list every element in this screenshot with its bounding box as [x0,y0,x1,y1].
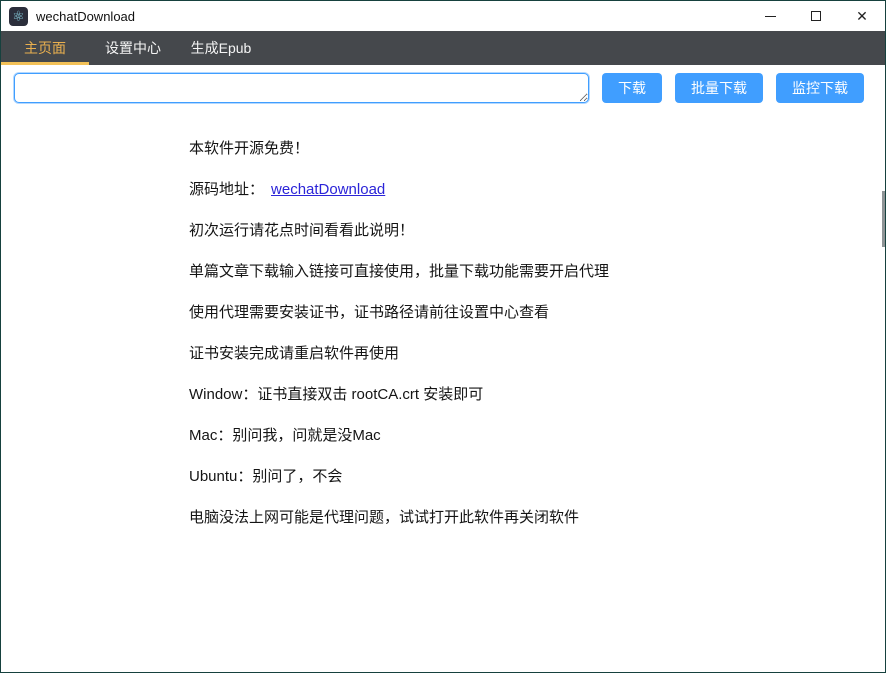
note-line: 使用代理需要安装证书，证书路径请前往设置中心查看 [189,303,865,323]
note-line: 初次运行请花点时间看看此说明！ [189,221,865,241]
maximize-icon [811,11,821,21]
scrollbar-thumb[interactable] [882,191,885,247]
minimize-icon [765,16,776,17]
tab-bar: 主页面 设置中心 生成Epub [1,31,885,65]
batch-download-button[interactable]: 批量下载 [675,73,763,103]
tab-generate-epub[interactable]: 生成Epub [177,31,265,65]
download-button[interactable]: 下载 [602,73,662,103]
readme-content: 本软件开源免费！ 源码地址： wechatDownload 初次运行请花点时间看看… [1,107,885,528]
download-toolbar: 下载 批量下载 监控下载 [1,65,885,107]
note-line: Window：证书直接双击 rootCA.crt 安装即可 [189,385,865,405]
note-line: 证书安装完成请重启软件再使用 [189,344,865,364]
monitor-download-button[interactable]: 监控下载 [776,73,864,103]
maximize-button[interactable] [793,1,839,31]
note-line: Ubuntu：别问了，不会 [189,467,865,487]
note-source: 源码地址： wechatDownload [189,180,865,200]
title-bar: ⚛ wechatDownload ✕ [1,1,885,31]
note-line: 电脑没法上网可能是代理问题，试试打开此软件再关闭软件 [189,508,865,528]
app-icon: ⚛ [9,7,28,26]
window-title: wechatDownload [36,9,135,24]
app-window: ⚛ wechatDownload ✕ 主页面 设置中心 生成Epub 下载 批量… [0,0,886,673]
minimize-button[interactable] [747,1,793,31]
source-repo-link[interactable]: wechatDownload [271,181,385,198]
tab-settings-center[interactable]: 设置中心 [89,31,177,65]
source-label: 源码地址： [189,181,264,198]
article-url-input[interactable] [14,73,589,103]
close-button[interactable]: ✕ [839,1,885,31]
note-intro: 本软件开源免费！ [189,139,865,159]
note-line: Mac：别问我，问就是没Mac [189,426,865,446]
note-line: 单篇文章下载输入链接可直接使用，批量下载功能需要开启代理 [189,262,865,282]
close-icon: ✕ [856,8,868,25]
tab-main-page[interactable]: 主页面 [1,31,89,65]
